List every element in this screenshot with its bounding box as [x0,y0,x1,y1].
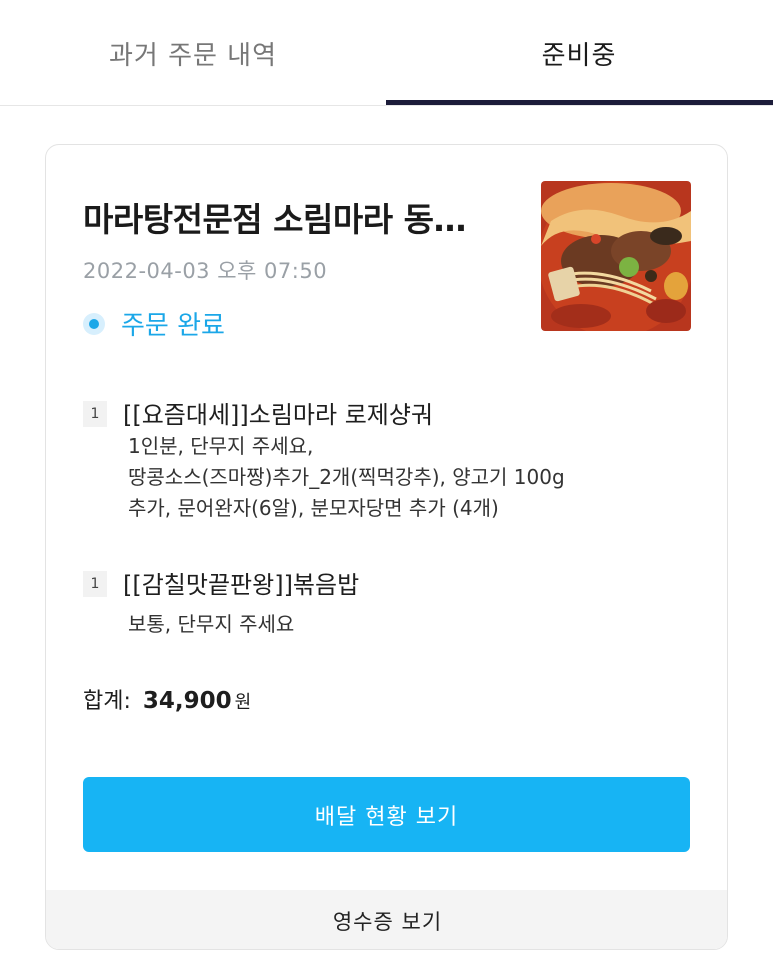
item-name: [[감칠맛끝판왕]]볶음밥 [123,571,360,599]
food-thumbnail [541,181,691,331]
delivery-status-button[interactable]: 배달 현황 보기 [83,777,690,852]
item-quantity: 1 [83,571,107,597]
view-receipt-button[interactable]: 영수증 보기 [46,890,727,949]
order-date: 2022-04-03 오후 07:50 [83,259,328,283]
item-options: 1인분, 단무지 주세요, 땅콩소스(즈마짱)추가_2개(찍먹강추), 양고기 … [128,434,565,520]
food-image-icon [541,181,691,331]
item-options: 보통, 단무지 주세요 [128,612,295,636]
total-unit: 원 [234,692,252,713]
store-name[interactable]: 마라탕전문점 소림마라 동… [83,193,523,241]
tab-preparing[interactable]: 준비중 [386,0,772,106]
item-quantity: 1 [83,401,107,427]
order-status: 주문 완료 [83,305,225,342]
item-name: [[요즘대세]]소림마라 로제샹궈 [123,401,434,429]
active-tab-indicator [386,100,773,105]
order-card: 마라탕전문점 소림마라 동… 2022-04-03 오후 07:50 주문 완료 [45,144,728,950]
order-total: 합계: 34,900 원 [83,683,251,715]
status-text: 주문 완료 [121,311,225,341]
tab-past-orders[interactable]: 과거 주문 내역 [0,0,386,106]
order-tabs: 과거 주문 내역 준비중 [0,0,773,106]
total-amount: 34,900 [142,688,232,714]
total-label: 합계: [83,689,131,714]
status-dot-icon [83,312,105,335]
